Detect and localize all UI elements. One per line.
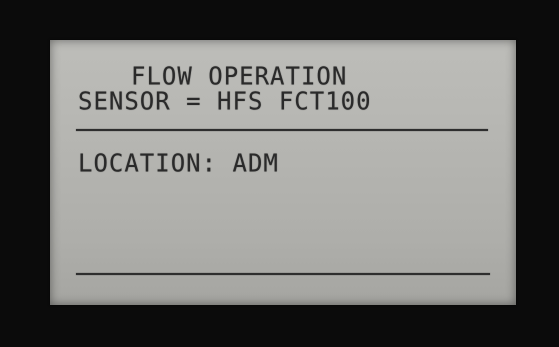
sensor-readout: SENSOR = HFS FCT100: [78, 86, 372, 116]
top-divider-line: [76, 129, 488, 131]
lcd-screen: FLOW OPERATION SENSOR = HFS FCT100 LOCAT…: [50, 40, 516, 305]
screen-title: FLOW OPERATION: [131, 61, 348, 91]
location-readout: LOCATION: ADM: [78, 148, 279, 178]
controller-bezel: FLOW OPERATION SENSOR = HFS FCT100 LOCAT…: [0, 0, 559, 347]
bottom-divider-line: [76, 273, 490, 275]
